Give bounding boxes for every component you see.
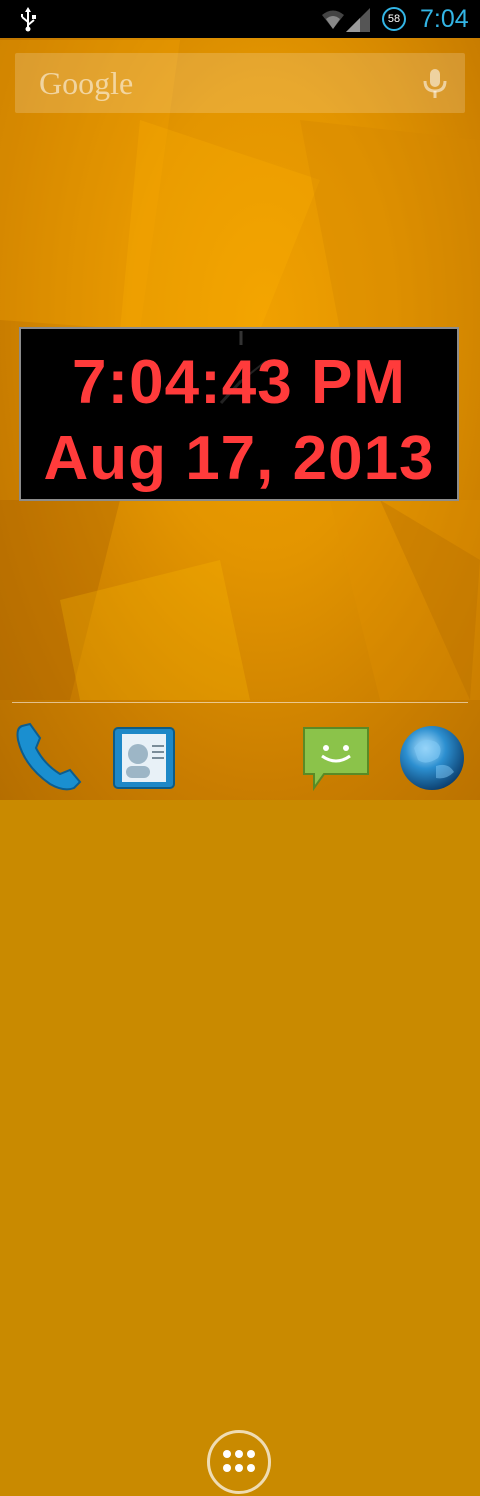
- battery-icon: 58: [382, 7, 406, 31]
- all-apps-button[interactable]: [207, 1430, 271, 1494]
- google-logo: Google: [39, 65, 134, 101]
- dock-divider: [12, 702, 468, 703]
- dock-item-phone[interactable]: [12, 718, 84, 794]
- dock-item-browser[interactable]: [396, 718, 468, 794]
- mic-icon[interactable]: [421, 67, 449, 101]
- widget-time: 7:04:43 PM: [72, 348, 406, 417]
- messaging-icon: [303, 727, 369, 792]
- all-apps-icon: [223, 1450, 255, 1472]
- status-bar[interactable]: 58 7:04: [0, 0, 480, 38]
- usb-icon: [21, 7, 36, 32]
- contacts-icon: [113, 727, 175, 789]
- browser-icon: [400, 726, 464, 790]
- dock-item-contacts[interactable]: [108, 718, 180, 794]
- widget-date: Aug 17, 2013: [43, 424, 435, 493]
- battery-level: 58: [387, 13, 401, 25]
- phone-icon: [16, 722, 82, 791]
- cell-signal-icon: [346, 8, 370, 32]
- dock: [0, 710, 480, 1494]
- status-clock: 7:04: [420, 5, 469, 33]
- wifi-icon: [322, 10, 344, 29]
- digital-clock-widget[interactable]: 7:04:43 PM Aug 17, 2013: [19, 327, 459, 501]
- dock-item-messaging[interactable]: [300, 718, 372, 794]
- google-search-bar[interactable]: Google: [15, 53, 465, 113]
